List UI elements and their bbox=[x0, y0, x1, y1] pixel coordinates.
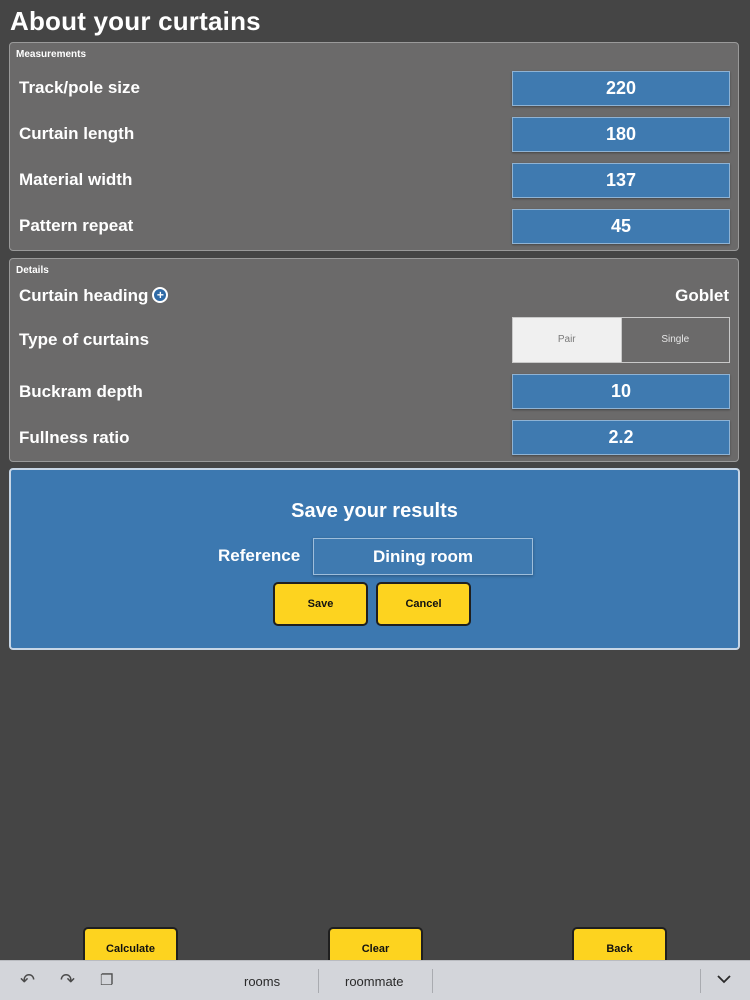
type-of-curtains-label: Type of curtains bbox=[19, 330, 150, 349]
suggestion-item[interactable]: roommate bbox=[345, 974, 404, 989]
suggestion-item[interactable]: rooms bbox=[244, 974, 280, 989]
measurements-caption: Measurements bbox=[16, 49, 87, 60]
material-width-input[interactable]: 137 bbox=[512, 163, 730, 198]
track-pole-size-label: Track/pole size bbox=[19, 78, 140, 97]
curtain-length-input[interactable]: 180 bbox=[512, 117, 730, 152]
chevron-down-icon[interactable] bbox=[716, 971, 732, 987]
redo-icon[interactable]: ↷ bbox=[60, 970, 75, 990]
reference-input[interactable]: Dining room bbox=[313, 538, 533, 575]
info-icon[interactable]: + bbox=[152, 287, 169, 304]
curtain-type-segmented-control[interactable]: Pair Single bbox=[512, 317, 730, 363]
save-button[interactable]: Save bbox=[273, 582, 368, 626]
buckram-depth-label: Buckram depth bbox=[19, 382, 143, 401]
segment-pair[interactable]: Pair bbox=[513, 318, 621, 362]
fullness-ratio-input[interactable]: 2.2 bbox=[512, 420, 730, 455]
pattern-repeat-label: Pattern repeat bbox=[19, 216, 134, 235]
suggestion-divider bbox=[432, 969, 433, 993]
measurements-panel: Measurements Track/pole size 220 Curtain… bbox=[9, 42, 739, 251]
suggestion-divider bbox=[318, 969, 319, 993]
buckram-depth-input[interactable]: 10 bbox=[512, 374, 730, 409]
pattern-repeat-input[interactable]: 45 bbox=[512, 209, 730, 244]
reference-label: Reference bbox=[218, 546, 301, 565]
suggestion-divider bbox=[700, 969, 701, 993]
track-pole-size-input[interactable]: 220 bbox=[512, 71, 730, 106]
segment-single[interactable]: Single bbox=[620, 318, 729, 362]
curtain-heading-value[interactable]: Goblet bbox=[675, 286, 729, 306]
save-results-title: Save your results bbox=[291, 500, 458, 522]
material-width-label: Material width bbox=[19, 170, 133, 189]
keyboard-suggestion-bar: ↶ ↷ ❐ rooms roommate bbox=[0, 960, 750, 1000]
undo-icon[interactable]: ↶ bbox=[20, 970, 35, 990]
cancel-button[interactable]: Cancel bbox=[376, 582, 471, 626]
curtain-heading-row: Curtain heading + bbox=[19, 286, 169, 306]
curtain-heading-label: Curtain heading bbox=[19, 286, 149, 305]
details-caption: Details bbox=[16, 265, 49, 276]
details-panel: Details Curtain heading + Goblet Type of … bbox=[9, 258, 739, 462]
curtain-length-label: Curtain length bbox=[19, 124, 135, 143]
page-title: About your curtains bbox=[10, 6, 261, 36]
save-results-panel: Save your results Reference Dining room … bbox=[9, 468, 740, 650]
fullness-ratio-label: Fullness ratio bbox=[19, 428, 130, 447]
paste-icon[interactable]: ❐ bbox=[100, 971, 113, 991]
